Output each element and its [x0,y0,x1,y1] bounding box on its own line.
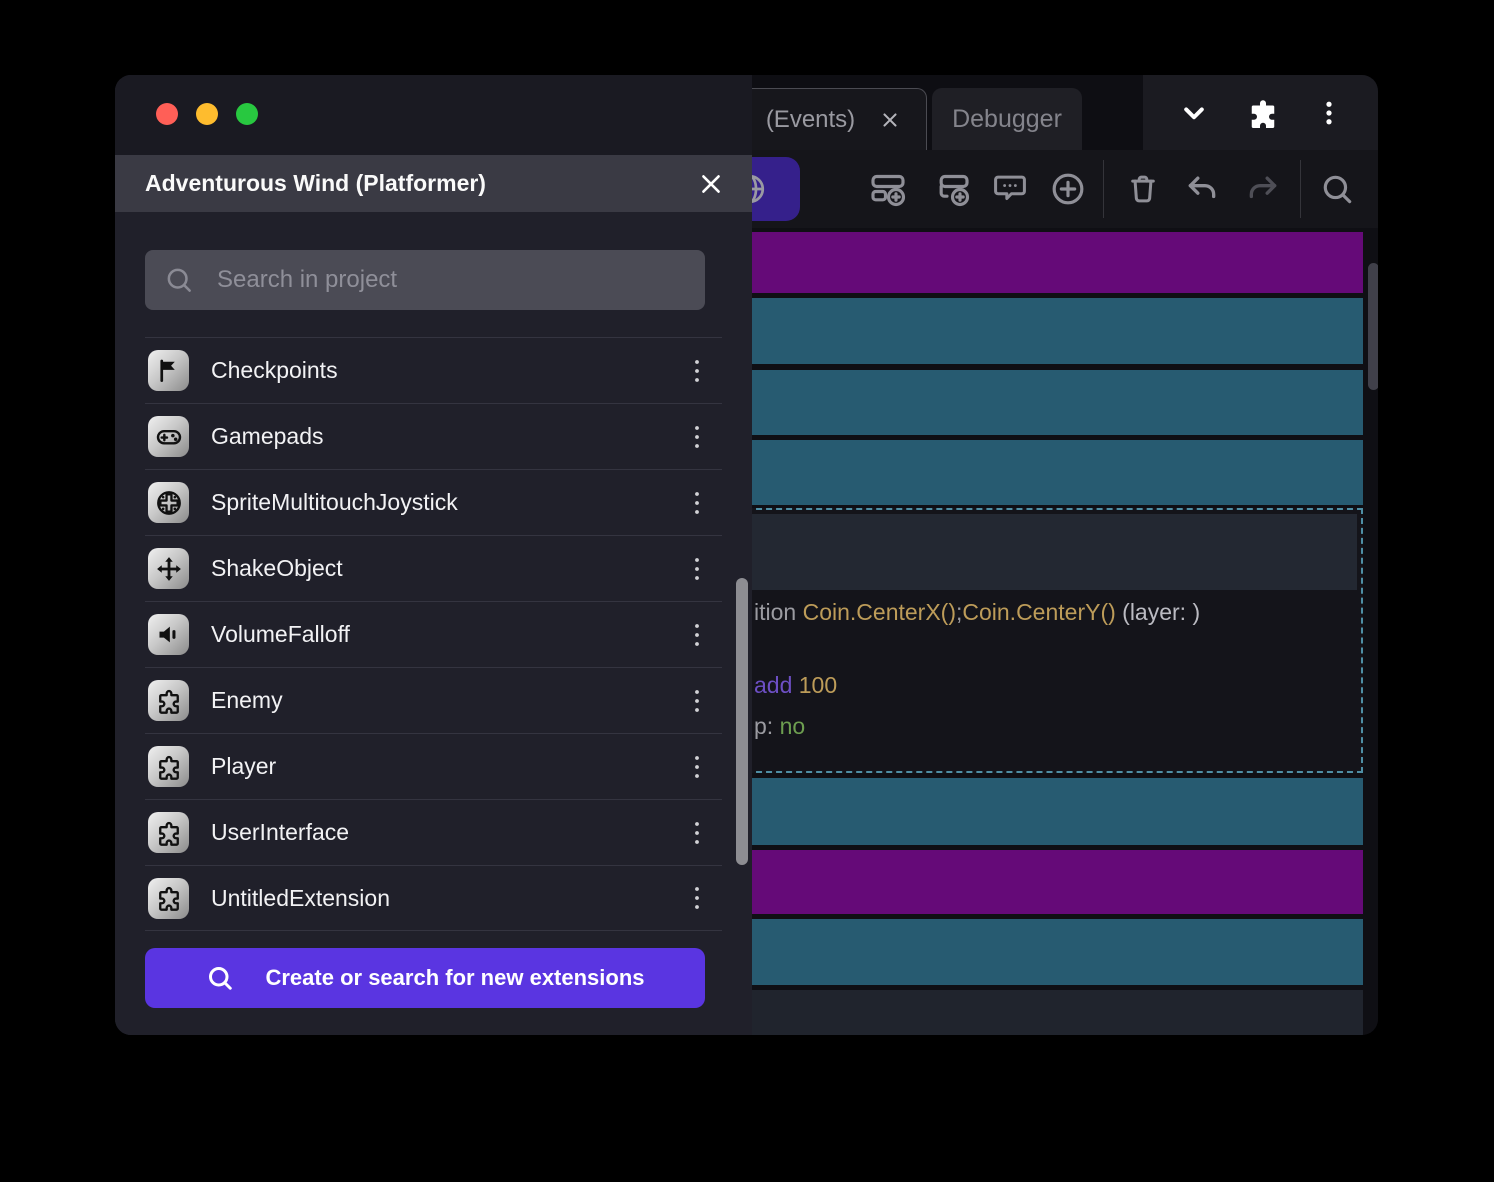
item-menu-icon[interactable] [680,549,714,589]
tab-events-label: (Events) [766,106,855,134]
tab-events[interactable]: (Events) [740,88,927,150]
app-window: (Events) Debugger [115,75,1378,1035]
puzzle-icon [148,746,189,787]
event-action-line[interactable]: add 100 [754,672,837,699]
panel-header: Adventurous Wind (Platformer) [115,155,752,212]
toolbar-divider [1300,160,1301,218]
list-item-label: Gamepads [211,423,680,450]
list-item-shakeobject[interactable]: ShakeObject [145,535,722,601]
item-menu-icon[interactable] [680,417,714,457]
list-item-label: UntitledExtension [211,885,680,912]
gamepad-icon [148,416,189,457]
create-extension-label: Create or search for new extensions [265,965,644,991]
expression-token: Coin.CenterY() [962,599,1115,625]
operator-token: add [754,672,792,698]
add-comment-button[interactable] [988,167,1032,211]
list-item-label: ShakeObject [211,555,680,582]
panel-close-icon[interactable] [694,167,728,201]
delete-button[interactable] [1121,167,1165,211]
add-subevent-button[interactable] [930,167,974,211]
list-item-label: Checkpoints [211,357,680,384]
value-token: no [780,713,806,739]
value-token: 100 [792,672,837,698]
list-item-gamepads[interactable]: Gamepads [145,403,722,469]
chevron-down-icon[interactable] [1177,96,1211,130]
item-menu-icon[interactable] [680,351,714,391]
undo-button[interactable] [1180,167,1224,211]
event-action-line[interactable]: p: no [754,713,805,740]
list-item-label: Enemy [211,687,680,714]
item-menu-icon[interactable] [680,813,714,853]
list-item-label: Player [211,753,680,780]
list-item-player[interactable]: Player [145,733,722,799]
expression-token: Coin.CenterX() [803,599,956,625]
event-action-line[interactable]: ition Coin.CenterX();Coin.CenterY() (lay… [754,599,1200,626]
item-menu-icon[interactable] [680,483,714,523]
redo-button[interactable] [1241,167,1285,211]
create-extension-button[interactable]: Create or search for new extensions [145,948,705,1008]
item-menu-icon[interactable] [680,878,714,918]
toolbar-divider [1103,160,1104,218]
window-zoom-button[interactable] [236,103,258,125]
list-item-untitledextension[interactable]: UntitledExtension [145,865,722,931]
puzzle-icon [148,878,189,919]
item-menu-icon[interactable] [680,615,714,655]
item-menu-icon[interactable] [680,681,714,721]
search-icon [163,264,195,296]
puzzle-icon [148,812,189,853]
window-titlebar [115,75,752,155]
speaker-icon [148,614,189,655]
add-event-button[interactable] [866,167,910,211]
project-search-field[interactable] [145,250,705,310]
list-item-label: VolumeFalloff [211,621,680,648]
panel-title: Adventurous Wind (Platformer) [145,170,694,197]
puzzle-icon [148,680,189,721]
param-label-token: p: [754,713,780,739]
list-item-enemy[interactable]: Enemy [145,667,722,733]
item-menu-icon[interactable] [680,747,714,787]
tab-bar-controls [1143,75,1378,150]
tab-debugger-label: Debugger [952,105,1062,134]
tab-close-icon[interactable] [879,109,901,131]
search-input[interactable] [215,265,687,295]
list-item-label: UserInterface [211,819,680,846]
list-item-label: SpriteMultitouchJoystick [211,489,680,516]
list-item-volumefalloff[interactable]: VolumeFalloff [145,601,722,667]
action-text: (layer: ) [1116,599,1200,625]
overflow-menu-icon[interactable] [1314,98,1344,128]
list-item-checkpoints[interactable]: Checkpoints [145,337,722,403]
joystick-icon [148,482,189,523]
flag-icon [148,350,189,391]
window-close-button[interactable] [156,103,178,125]
screenshot-canvas: (Events) Debugger [0,0,1494,1182]
list-item-sprite-multitouch-joystick[interactable]: SpriteMultitouchJoystick [145,469,722,535]
action-text: ition [754,599,803,625]
choose-event-button[interactable] [1046,167,1090,211]
window-minimize-button[interactable] [196,103,218,125]
list-item-userinterface[interactable]: UserInterface [145,799,722,865]
tab-debugger[interactable]: Debugger [932,88,1082,150]
project-manager-panel: Adventurous Wind (Platformer) Checkp [115,75,752,1035]
panel-scrollbar-thumb[interactable] [736,578,748,865]
search-events-button[interactable] [1315,167,1359,211]
extensions-list: Checkpoints Gamepads [145,337,722,931]
move-icon [148,548,189,589]
events-scrollbar-thumb[interactable] [1368,263,1378,390]
extensions-puzzle-icon[interactable] [1245,95,1281,131]
search-icon [205,963,235,993]
